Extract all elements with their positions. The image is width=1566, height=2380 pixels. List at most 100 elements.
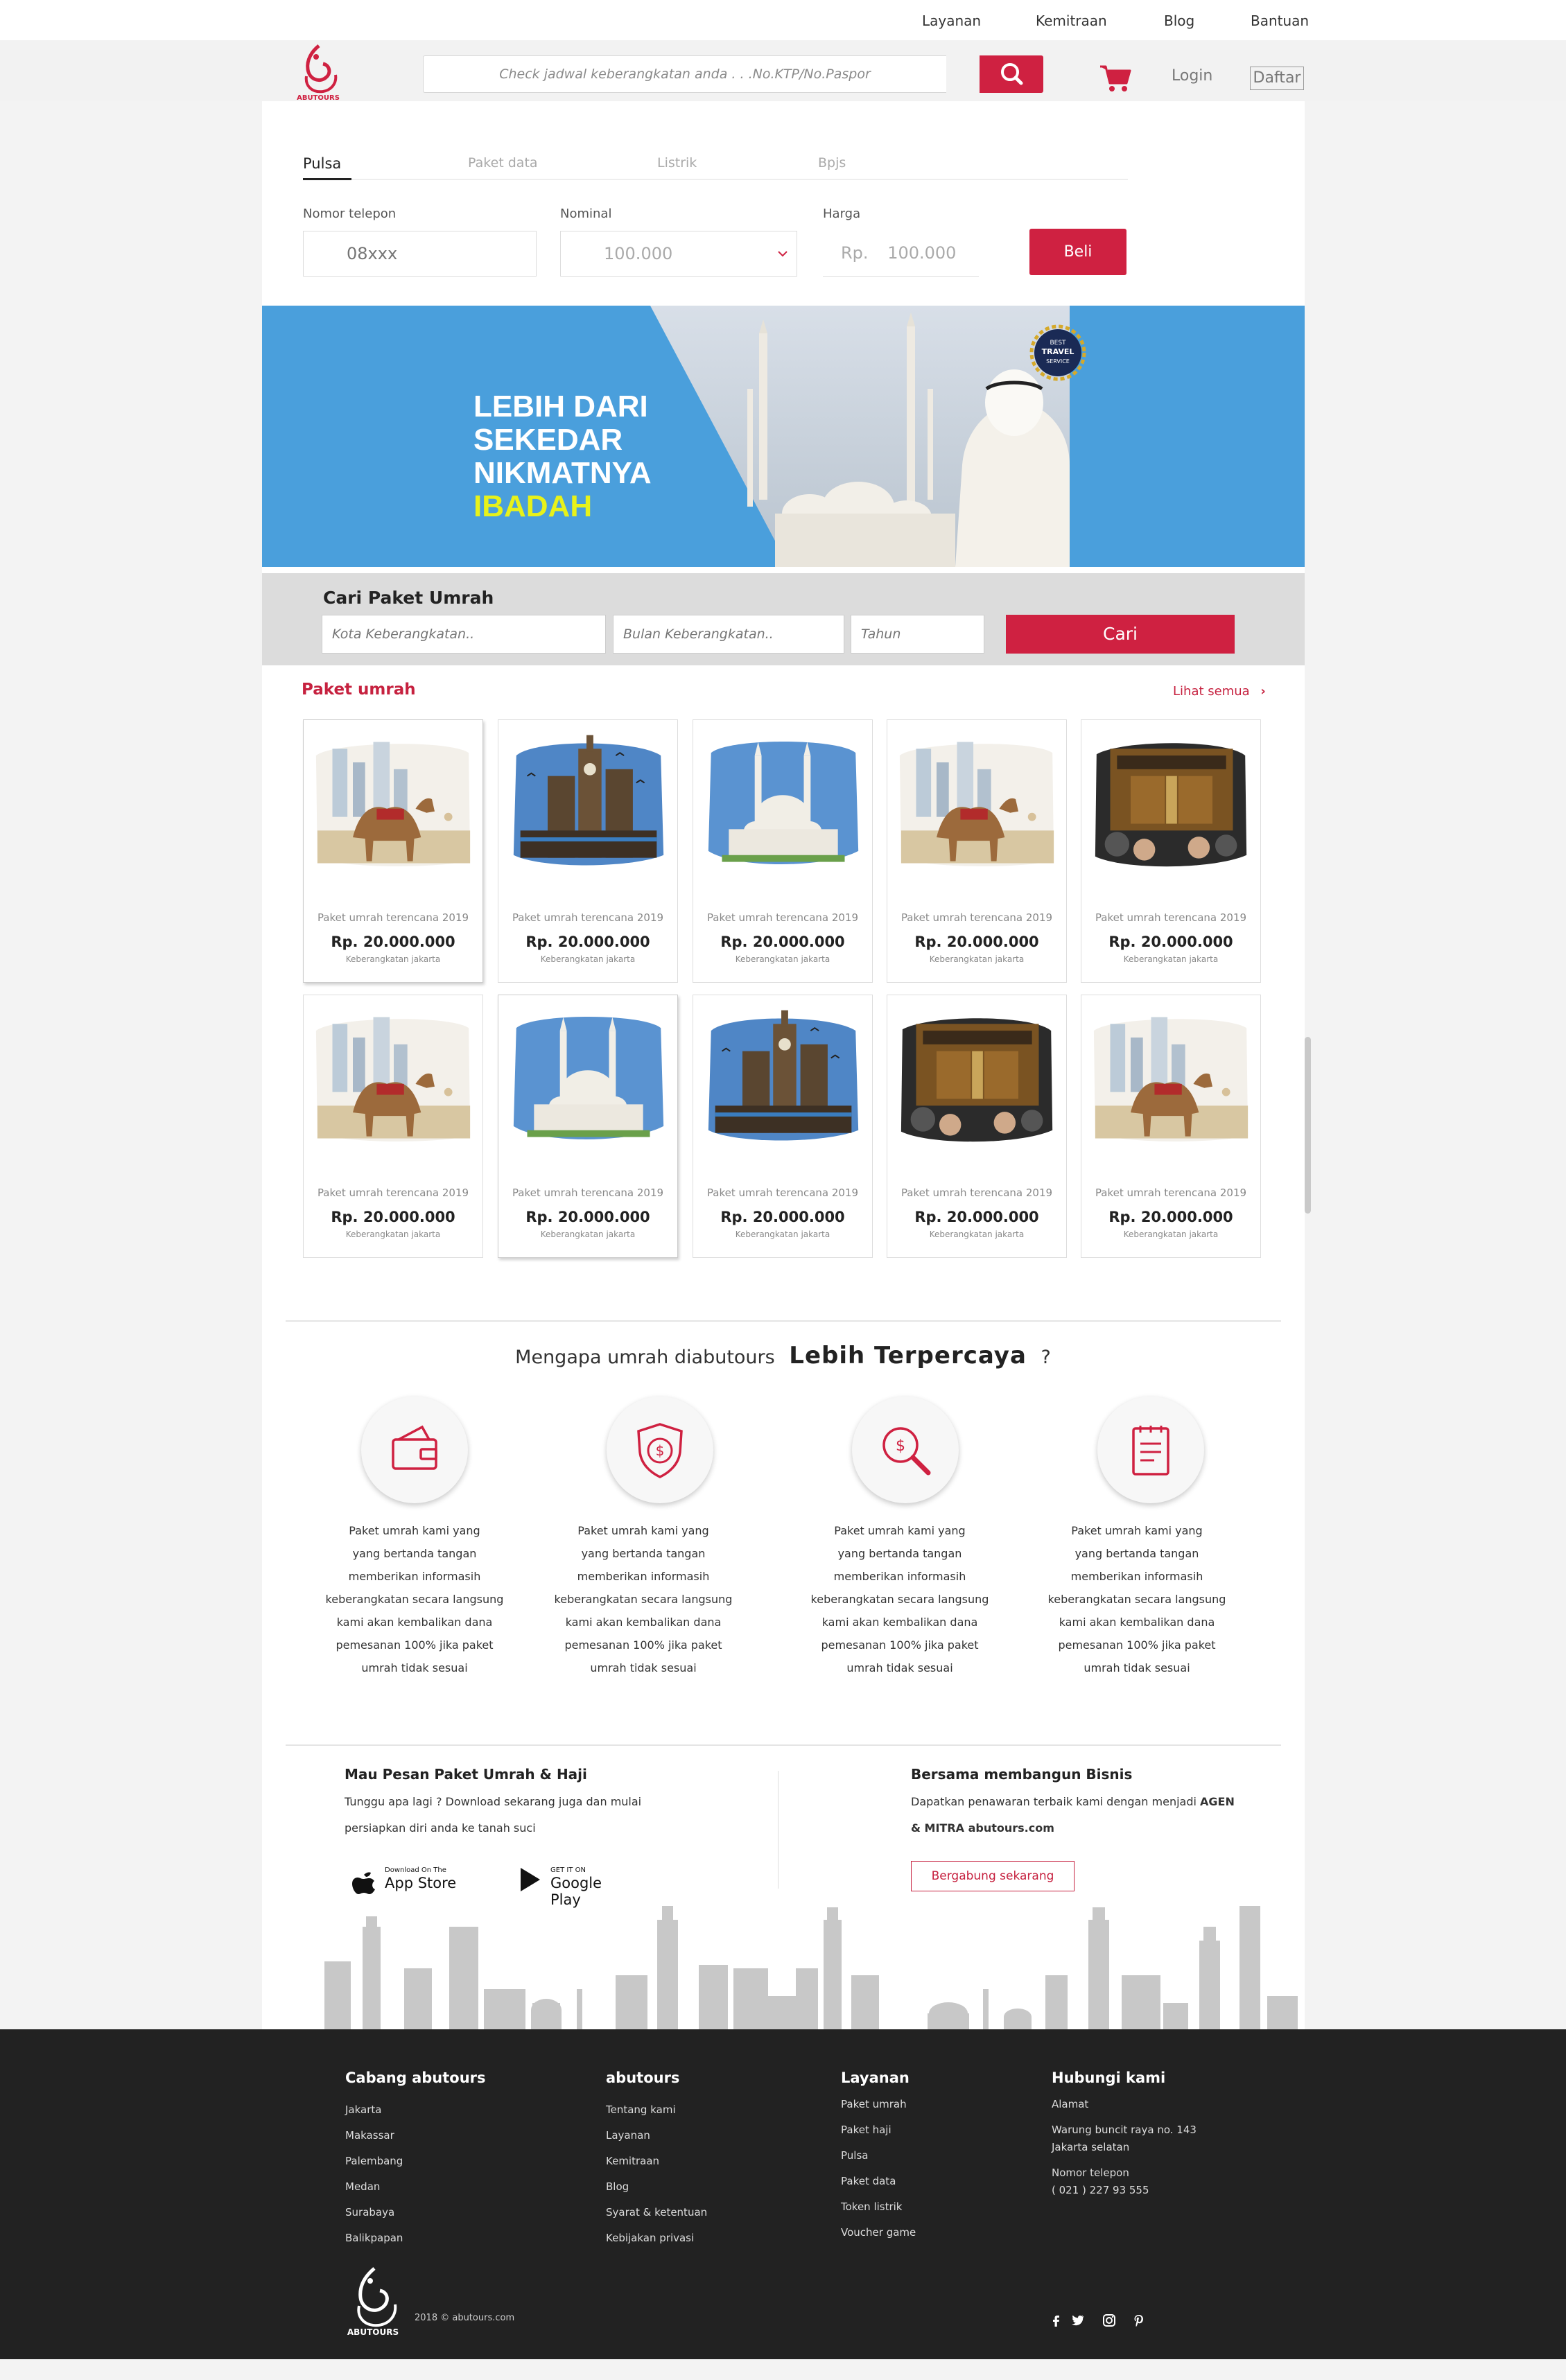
- why-heading: Mengapa umrah diabutours Lebih Terpercay…: [0, 1342, 1566, 1370]
- paket-card-title: Paket umrah terencana 2019: [512, 1187, 664, 1199]
- pinterest-icon[interactable]: [1131, 2313, 1147, 2328]
- paket-card[interactable]: Paket umrah terencana 2019 Rp. 20.000.000…: [303, 995, 483, 1258]
- paket-card[interactable]: Paket umrah terencana 2019 Rp. 20.000.000…: [1081, 995, 1261, 1258]
- footer-link-layanan[interactable]: Paket umrah: [841, 2098, 907, 2110]
- banner-line-1: LEBIH DARI: [473, 390, 648, 423]
- see-all-link[interactable]: Lihat semua ›: [1173, 684, 1266, 699]
- tahun-input[interactable]: [851, 615, 984, 654]
- footer-link-layanan[interactable]: Paket data: [841, 2175, 896, 2187]
- bisnis-title: Bersama membangun Bisnis: [911, 1766, 1133, 1783]
- tab-pulsa[interactable]: Pulsa: [303, 155, 341, 172]
- tab-bpjs[interactable]: Bpjs: [818, 155, 846, 170]
- promo-banner[interactable]: BEST TRAVEL SERVICE LEBIH DARI SEKEDAR N…: [262, 306, 1305, 567]
- footer-link-layanan[interactable]: Paket haji: [841, 2124, 891, 2136]
- app-store-button[interactable]: Download On The App Store: [345, 1861, 462, 1897]
- footer-link-abutours[interactable]: Kemitraan: [606, 2155, 659, 2167]
- abutours-logo[interactable]: ABUTOURS: [291, 42, 345, 101]
- paket-card-price: Rp. 20.000.000: [720, 934, 845, 950]
- footer-link-cabang[interactable]: Jakarta: [345, 2103, 381, 2116]
- feature-description-line: kami akan kembalikan dana: [821, 1616, 978, 1629]
- footer-link-abutours[interactable]: Layanan: [606, 2129, 650, 2142]
- banner-illustration: BEST TRAVEL SERVICE: [650, 306, 1086, 567]
- feature-description-line: yang bertanda tangan: [1075, 1547, 1199, 1560]
- instagram-icon[interactable]: [1102, 2313, 1117, 2328]
- bisnis-line-2: & MITRA abutours.com: [911, 1821, 1054, 1835]
- nav-bantuan[interactable]: Bantuan: [1251, 12, 1309, 29]
- paket-card-departure: Keberangkatan jakarta: [1123, 1230, 1219, 1239]
- top-nav: Layanan Kemitraan Blog Bantuan: [0, 0, 1566, 40]
- banner-headline: LEBIH DARI SEKEDAR NIKMATNYA IBADAH: [473, 390, 652, 523]
- copyright: 2018 © abutours.com: [415, 2313, 515, 2323]
- feature-description-line: pemesanan 100% jika paket: [821, 1638, 979, 1652]
- footer-link-abutours[interactable]: Syarat & ketentuan: [606, 2206, 707, 2219]
- footer-abutours-title: abutours: [606, 2070, 680, 2086]
- feature-description-line: yang bertanda tangan: [837, 1547, 962, 1560]
- footer-link-layanan[interactable]: Token listrik: [841, 2200, 903, 2213]
- login-link[interactable]: Login: [1172, 67, 1212, 85]
- phone-label: Nomor telepon: [303, 207, 397, 221]
- tab-listrik[interactable]: Listrik: [657, 155, 697, 170]
- paket-card[interactable]: Paket umrah terencana 2019 Rp. 20.000.000…: [303, 719, 483, 983]
- download-line-2: persiapkan diri anda ke tanah suci: [345, 1821, 536, 1835]
- google-play-button[interactable]: GET IT ON Google Play: [512, 1861, 629, 1908]
- register-button[interactable]: Daftar: [1250, 67, 1304, 90]
- tab-paket-data[interactable]: Paket data: [468, 155, 538, 170]
- paket-card[interactable]: Paket umrah terencana 2019 Rp. 20.000.000…: [887, 995, 1067, 1258]
- feature-description-line: keberangkatan secara langsung: [810, 1593, 989, 1606]
- join-now-button[interactable]: Bergabung sekarang: [911, 1861, 1075, 1891]
- paket-card[interactable]: Paket umrah terencana 2019 Rp. 20.000.000…: [1081, 719, 1261, 983]
- paket-card[interactable]: Paket umrah terencana 2019 Rp. 20.000.000…: [693, 995, 873, 1258]
- download-title: Mau Pesan Paket Umrah & Haji: [345, 1766, 587, 1783]
- paket-image: [901, 1018, 1053, 1142]
- paket-card[interactable]: Paket umrah terencana 2019 Rp. 20.000.000…: [693, 719, 873, 983]
- bulan-keberangkatan-input[interactable]: [613, 615, 844, 654]
- paket-card-title: Paket umrah terencana 2019: [901, 1187, 1053, 1199]
- footer-link-cabang[interactable]: Palembang: [345, 2155, 403, 2167]
- footer-link-layanan[interactable]: Pulsa: [841, 2149, 868, 2162]
- paket-image: [1093, 1017, 1249, 1142]
- feature-description-line: umrah tidak sesuai: [590, 1661, 697, 1674]
- nav-layanan[interactable]: Layanan: [922, 12, 981, 29]
- paket-card-title: Paket umrah terencana 2019: [901, 911, 1053, 924]
- paket-card[interactable]: Paket umrah terencana 2019 Rp. 20.000.000…: [887, 719, 1067, 983]
- paket-card[interactable]: Paket umrah terencana 2019 Rp. 20.000.000…: [498, 995, 678, 1258]
- google-play-icon: [521, 1868, 540, 1891]
- paket-card[interactable]: Paket umrah terencana 2019 Rp. 20.000.000…: [498, 719, 678, 983]
- paket-card-price: Rp. 20.000.000: [525, 1209, 650, 1225]
- buy-button[interactable]: Beli: [1029, 229, 1126, 275]
- scrollbar-thumb[interactable]: [1305, 1037, 1311, 1214]
- twitter-icon[interactable]: [1070, 2313, 1085, 2328]
- feature-description-line: umrah tidak sesuai: [361, 1661, 468, 1674]
- harga-field: Rp. 100.000: [823, 231, 979, 277]
- download-line-1: Tunggu apa lagi ? Download sekarang juga…: [345, 1795, 642, 1808]
- nav-blog[interactable]: Blog: [1164, 12, 1194, 29]
- footer-link-layanan[interactable]: Voucher game: [841, 2226, 916, 2239]
- nav-kemitraan[interactable]: Kemitraan: [1036, 12, 1107, 29]
- footer-link-abutours[interactable]: Kebijakan privasi: [606, 2232, 694, 2244]
- cart-icon[interactable]: [1099, 62, 1132, 93]
- chevron-right-icon: ›: [1260, 684, 1266, 699]
- paket-card-price: Rp. 20.000.000: [720, 1209, 845, 1225]
- footer-cabang-title: Cabang abutours: [345, 2070, 486, 2086]
- footer-link-abutours[interactable]: Blog: [606, 2180, 629, 2193]
- feature-description-line: yang bertanda tangan: [581, 1547, 706, 1560]
- facebook-icon[interactable]: [1048, 2313, 1063, 2328]
- paket-card-departure: Keberangkatan jakarta: [929, 954, 1025, 964]
- footer-link-cabang[interactable]: Medan: [345, 2180, 380, 2193]
- cari-button[interactable]: Cari: [1006, 615, 1235, 654]
- nominal-select[interactable]: 100.000: [560, 231, 797, 277]
- active-tab-indicator: [303, 178, 351, 180]
- footer-link-cabang[interactable]: Makassar: [345, 2129, 394, 2142]
- feature-description: Paket umrah kami yang yang bertanda tanga…: [324, 1519, 505, 1679]
- why-suffix: ?: [1041, 1347, 1051, 1368]
- feature-circle-3: $: [852, 1397, 959, 1503]
- paket-image: [708, 742, 859, 865]
- paket-card-price: Rp. 20.000.000: [1108, 934, 1233, 950]
- search-button[interactable]: [980, 55, 1043, 93]
- footer-link-abutours[interactable]: Tentang kami: [606, 2103, 676, 2116]
- footer-link-cabang[interactable]: Surabaya: [345, 2206, 394, 2219]
- phone-input[interactable]: [303, 231, 537, 277]
- kota-keberangkatan-input[interactable]: [322, 615, 606, 654]
- footer-link-cabang[interactable]: Balikpapan: [345, 2232, 403, 2244]
- schedule-search-input[interactable]: [423, 55, 946, 93]
